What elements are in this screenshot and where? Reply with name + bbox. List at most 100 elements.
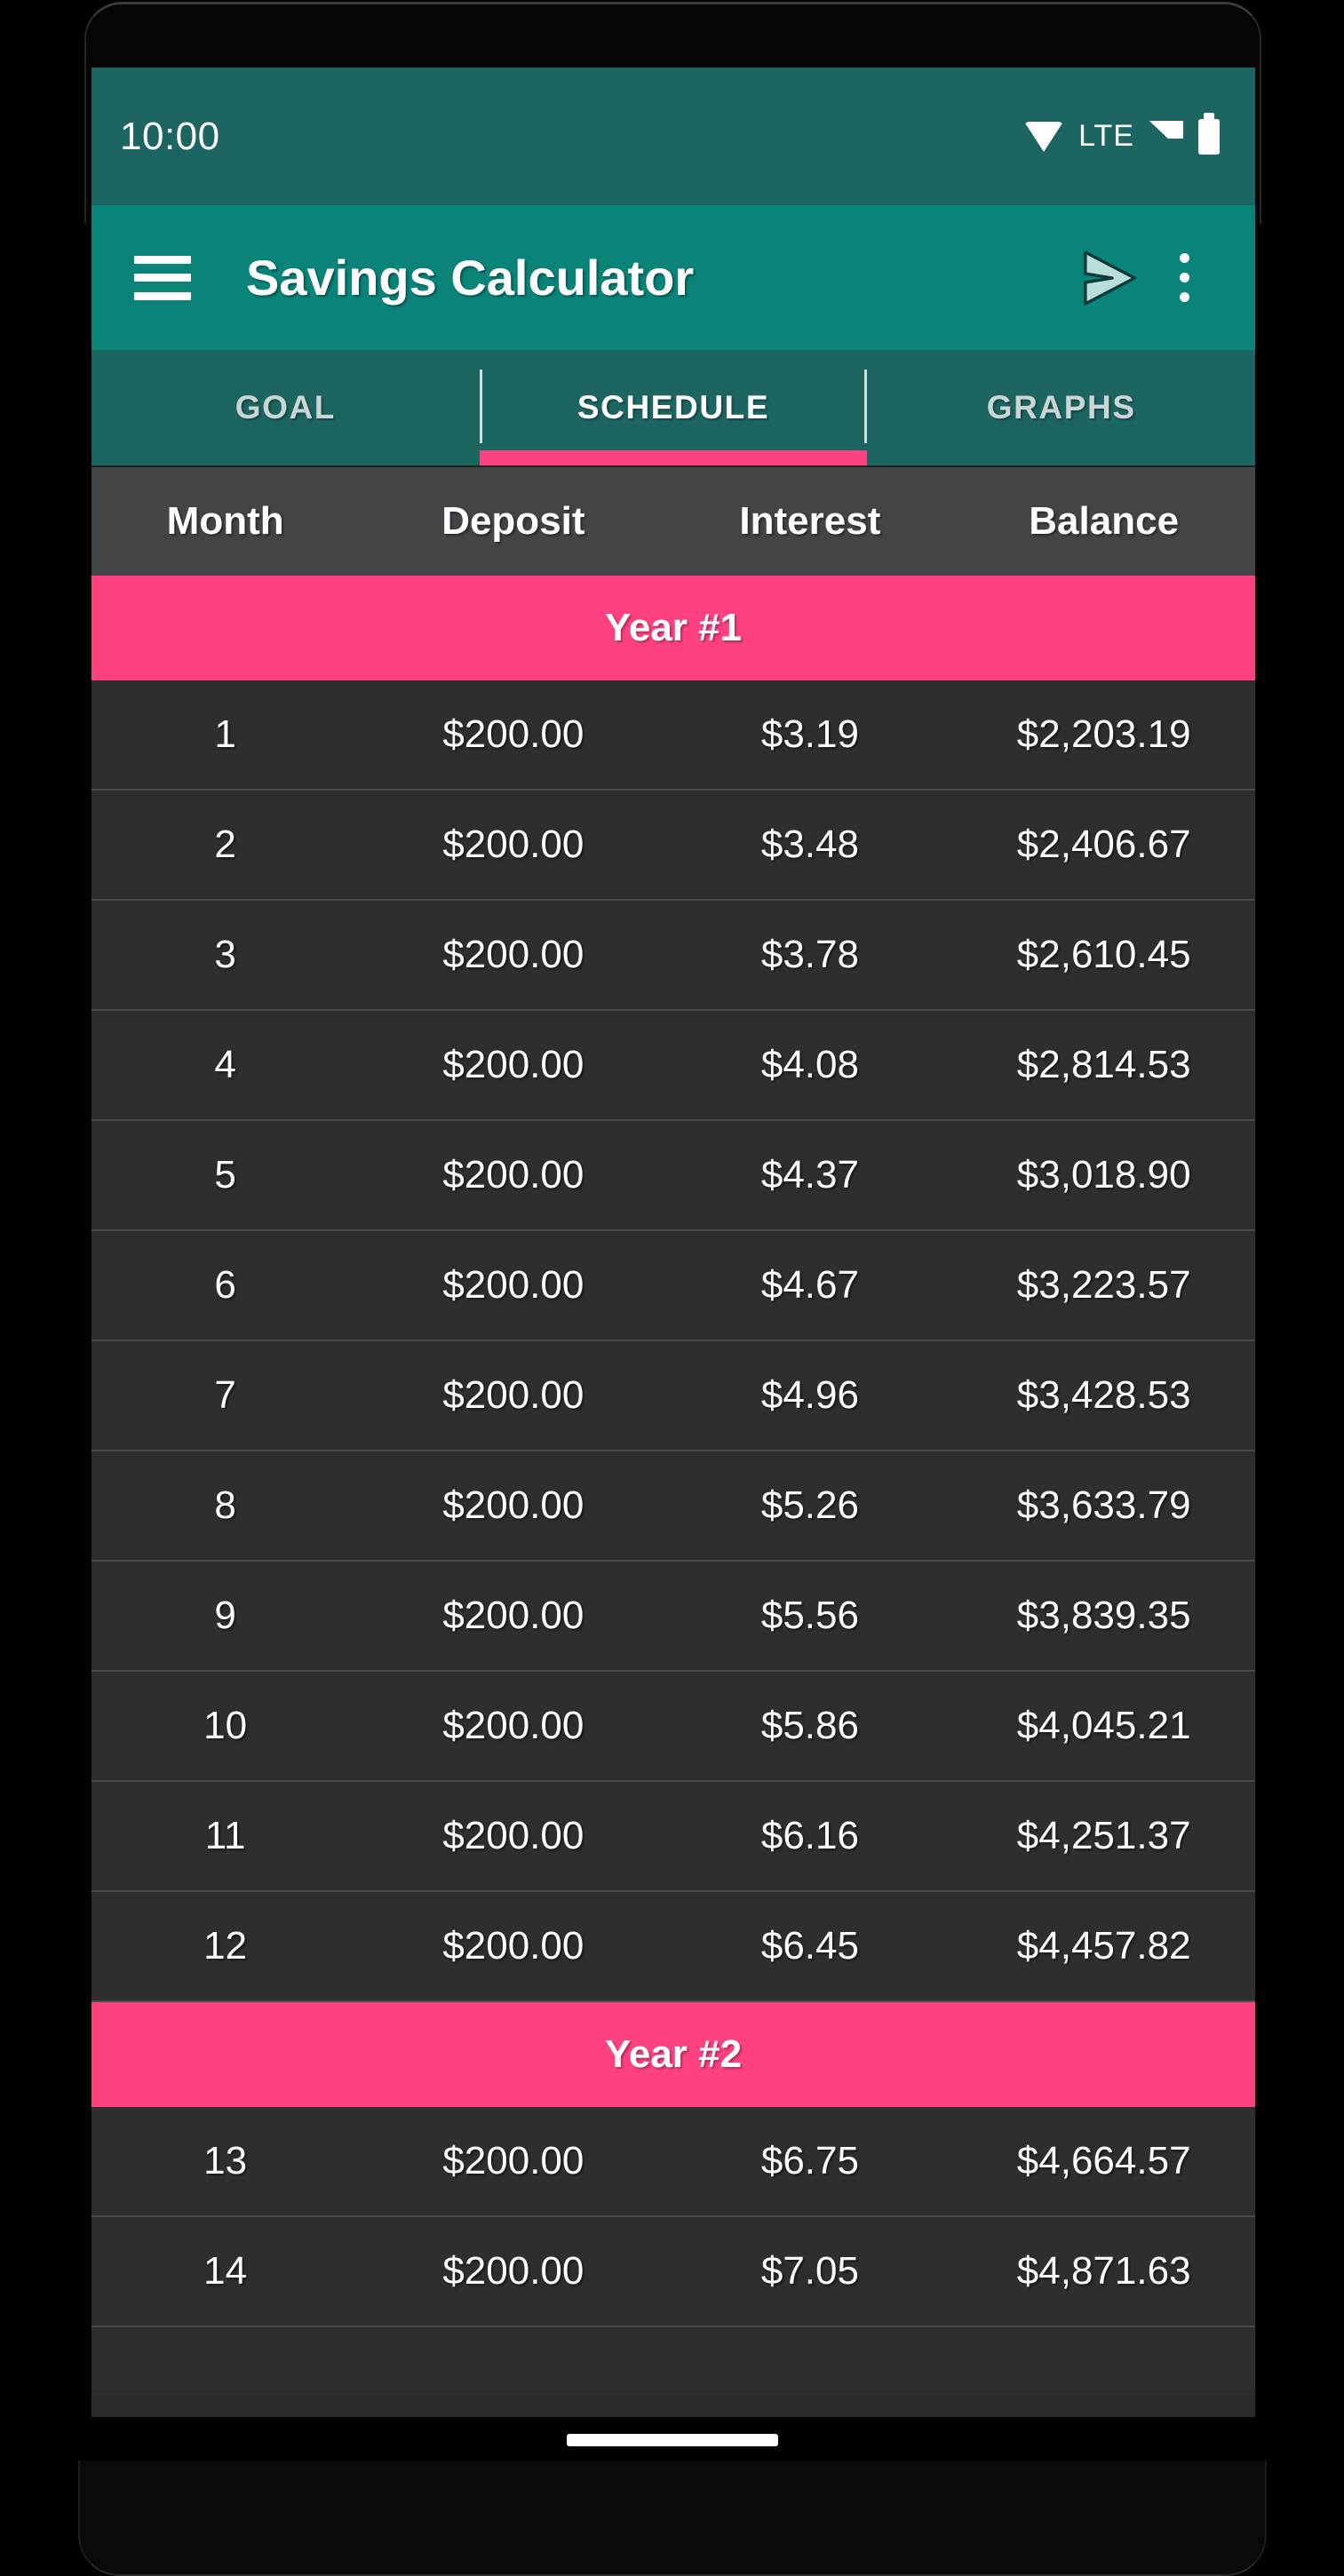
signal-icon [1149, 120, 1183, 153]
table-row[interactable]: 9 $200.00 $5.56 $3,839.35 [91, 1562, 1255, 1672]
send-icon[interactable] [1069, 237, 1150, 319]
cell-deposit: $200.00 [442, 1373, 585, 1417]
table-row[interactable]: 11 $200.00 $6.16 $4,251.37 [91, 1782, 1255, 1892]
status-bar-icons: LTE [1024, 118, 1220, 155]
table-row[interactable]: 7 $200.00 $4.96 $3,428.53 [91, 1341, 1255, 1451]
device-frame: 10:00 LTE Savings Calculator GOAL SCHEDU… [0, 0, 1344, 2576]
cell-balance: $2,610.45 [1016, 933, 1191, 976]
table-bottom-filler [91, 2327, 1255, 2389]
cell-balance: $4,457.82 [1016, 1924, 1191, 1968]
cell-balance: $2,203.19 [1016, 712, 1191, 756]
cell-month: 2 [214, 823, 236, 866]
cell-balance: $3,633.79 [1016, 1483, 1191, 1527]
cell-balance: $3,223.57 [1016, 1263, 1191, 1307]
gesture-home-indicator[interactable] [566, 2434, 778, 2446]
phone-screen: 10:00 LTE Savings Calculator GOAL SCHEDU… [91, 68, 1255, 2417]
network-type-label: LTE [1078, 119, 1134, 153]
cell-interest: $4.96 [760, 1373, 859, 1417]
cell-deposit: $200.00 [442, 1263, 585, 1307]
cell-deposit: $200.00 [442, 1924, 585, 1968]
status-bar-clock: 10:00 [120, 114, 220, 158]
cell-interest: $3.48 [760, 823, 859, 866]
cell-deposit: $200.00 [442, 2249, 585, 2293]
cell-balance: $4,251.37 [1016, 1814, 1191, 1857]
overflow-menu-icon[interactable] [1150, 237, 1218, 319]
cell-month: 3 [214, 933, 236, 976]
cell-interest: $5.86 [760, 1704, 859, 1747]
cell-balance: $4,664.57 [1016, 2139, 1191, 2182]
cell-month: 13 [203, 2139, 248, 2182]
cell-month: 5 [214, 1153, 236, 1197]
cell-interest: $6.75 [760, 2139, 859, 2182]
column-header-month: Month [166, 499, 284, 543]
cell-month: 6 [214, 1263, 236, 1307]
column-header-deposit: Deposit [441, 499, 585, 543]
table-row[interactable]: 5 $200.00 $4.37 $3,018.90 [91, 1121, 1255, 1231]
table-row[interactable]: 12 $200.00 $6.45 $4,457.82 [91, 1892, 1255, 2002]
cell-deposit: $200.00 [442, 823, 585, 866]
cell-balance: $4,045.21 [1016, 1704, 1191, 1747]
cell-month: 12 [203, 1924, 248, 1968]
cell-interest: $3.19 [760, 712, 859, 756]
tab-schedule[interactable]: SCHEDULE [479, 350, 868, 465]
cell-month: 11 [204, 1814, 246, 1857]
cell-month: 4 [214, 1043, 236, 1086]
cell-interest: $5.26 [760, 1483, 859, 1527]
table-row[interactable]: 1 $200.00 $3.19 $2,203.19 [91, 680, 1255, 791]
table-header-row: Month Deposit Interest Balance [91, 465, 1255, 576]
cell-deposit: $200.00 [442, 712, 585, 756]
cell-balance: $3,428.53 [1016, 1373, 1191, 1417]
table-row[interactable]: 3 $200.00 $3.78 $2,610.45 [91, 901, 1255, 1011]
table-row[interactable]: 13 $200.00 $6.75 $4,664.57 [91, 2107, 1255, 2217]
cell-deposit: $200.00 [442, 2139, 585, 2182]
cell-month: 14 [203, 2249, 248, 2293]
cell-deposit: $200.00 [442, 1814, 585, 1857]
cell-deposit: $200.00 [442, 933, 585, 976]
battery-icon [1198, 118, 1220, 155]
table-row[interactable]: 14 $200.00 $7.05 $4,871.63 [91, 2217, 1255, 2327]
cell-month: 8 [214, 1483, 236, 1527]
cell-deposit: $200.00 [442, 1594, 585, 1637]
year-banner-label: Year #1 [604, 606, 743, 649]
cell-deposit: $200.00 [442, 1043, 585, 1086]
year-banner-label: Year #2 [604, 2032, 743, 2076]
cell-balance: $2,406.67 [1016, 823, 1191, 866]
cell-month: 1 [214, 712, 236, 756]
cell-interest: $7.05 [760, 2249, 859, 2293]
status-bar: 10:00 LTE [91, 68, 1255, 205]
table-row[interactable]: 2 $200.00 $3.48 $2,406.67 [91, 791, 1255, 901]
cell-deposit: $200.00 [442, 1153, 585, 1197]
tab-graphs[interactable]: GRAPHS [867, 350, 1255, 465]
cell-interest: $5.56 [760, 1594, 859, 1637]
device-bottom-bezel [78, 2461, 1267, 2576]
tab-goal-label: GOAL [235, 389, 336, 425]
wifi-icon [1024, 121, 1064, 152]
cell-interest: $4.37 [760, 1153, 859, 1197]
tab-bar: GOAL SCHEDULE GRAPHS [91, 350, 1255, 465]
year-banner: Year #1 [91, 576, 1255, 680]
tab-graphs-label: GRAPHS [986, 389, 1136, 425]
cell-interest: $3.78 [760, 933, 859, 976]
cell-month: 7 [214, 1373, 236, 1417]
cell-balance: $3,839.35 [1016, 1594, 1191, 1637]
table-row[interactable]: 6 $200.00 $4.67 $3,223.57 [91, 1231, 1255, 1341]
cell-deposit: $200.00 [442, 1704, 585, 1747]
table-row[interactable]: 4 $200.00 $4.08 $2,814.53 [91, 1011, 1255, 1121]
cell-month: 10 [203, 1704, 248, 1747]
tab-schedule-label: SCHEDULE [577, 389, 770, 425]
table-row[interactable]: 10 $200.00 $5.86 $4,045.21 [91, 1672, 1255, 1782]
table-row[interactable]: 8 $200.00 $5.26 $3,633.79 [91, 1451, 1255, 1562]
column-header-balance: Balance [1029, 499, 1180, 543]
page-title: Savings Calculator [246, 250, 695, 306]
app-bar: Savings Calculator [91, 205, 1255, 350]
cell-balance: $4,871.63 [1016, 2249, 1191, 2293]
year-banner: Year #2 [91, 2002, 1255, 2107]
hamburger-menu-icon[interactable] [134, 255, 191, 300]
amortization-schedule-table: Month Deposit Interest Balance Year #1 1 $… [91, 465, 1255, 2389]
cell-interest: $4.08 [760, 1043, 859, 1086]
cell-month: 9 [214, 1594, 236, 1637]
table-body: Year #1 1 $200.00 $3.19 $2,203.19 2 $200.00 $3.… [91, 576, 1255, 2327]
tab-goal[interactable]: GOAL [91, 350, 480, 465]
cell-interest: $6.16 [760, 1814, 859, 1857]
column-header-interest: Interest [739, 499, 881, 543]
